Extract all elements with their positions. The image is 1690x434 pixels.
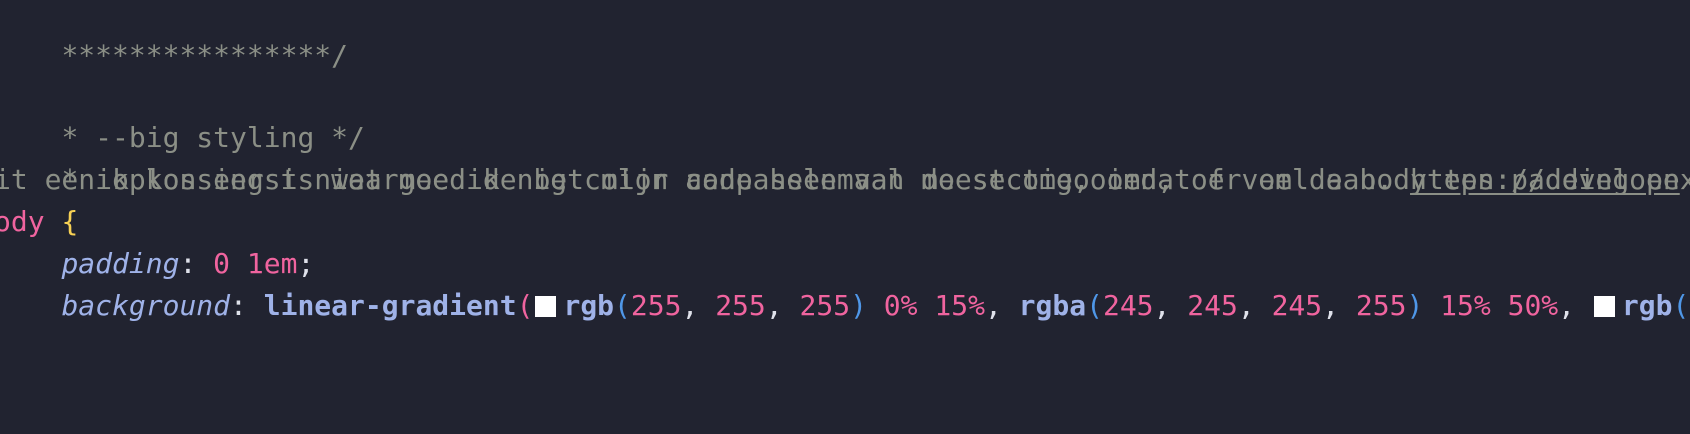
rgba-blue: 245 bbox=[1271, 289, 1323, 322]
code-line-6: ody { bbox=[0, 201, 78, 243]
stop-15-percent: 15% bbox=[934, 289, 985, 322]
function-rgb: rgb bbox=[1621, 289, 1673, 322]
function-rgba: rgba bbox=[1018, 289, 1087, 322]
padding-value-1em: 1em bbox=[246, 247, 298, 280]
code-line-7: padding: 0 1em; bbox=[0, 243, 314, 285]
color-swatch-icon[interactable] bbox=[535, 296, 557, 317]
css-property-padding: padding bbox=[61, 247, 180, 280]
comma: , bbox=[765, 289, 800, 322]
code-editor[interactable]: ****************/ * --big styling */ * i… bbox=[0, 0, 1690, 434]
rgb-open-paren: ( bbox=[614, 289, 631, 322]
comma: , bbox=[1237, 289, 1272, 322]
rgb-red: 255 bbox=[630, 289, 682, 322]
rgb-green: 255 bbox=[715, 289, 766, 322]
comma: , bbox=[1153, 289, 1188, 322]
rgba-green: 245 bbox=[1187, 289, 1238, 322]
colon: : bbox=[230, 289, 264, 322]
code-line-5: it een oplossing is waarmee ik niet mijn… bbox=[0, 159, 1680, 201]
function-linear-gradient: linear-gradient bbox=[263, 289, 517, 322]
comment-stars: ****************/ bbox=[61, 39, 349, 72]
rgb-blue: 255 bbox=[799, 289, 851, 322]
rgba-close-paren: ) bbox=[1406, 289, 1424, 322]
code-line-1: ****************/ bbox=[0, 0, 348, 72]
comma: , bbox=[1322, 289, 1356, 322]
rgba-open-paren: ( bbox=[1086, 289, 1103, 322]
rgba-alpha: 255 bbox=[1355, 289, 1407, 322]
stop-0-percent: 0% bbox=[883, 289, 918, 322]
color-swatch-icon[interactable] bbox=[1593, 296, 1615, 317]
comma: , bbox=[1558, 289, 1592, 322]
css-selector-body: ody bbox=[0, 205, 45, 238]
code-line-8: background: linear-gradient(rgb(255, 255… bbox=[0, 285, 1690, 327]
open-brace: { bbox=[61, 205, 79, 238]
code-line-3: * --big styling */ bbox=[0, 75, 364, 154]
padding-value-0: 0 bbox=[213, 247, 231, 280]
rgb-close-paren: ) bbox=[850, 289, 867, 322]
comma: , bbox=[984, 289, 1019, 322]
rgb-open-paren: (2 bbox=[1672, 289, 1690, 322]
comment-solution-note: it een oplossing is waarmee ik niet mijn… bbox=[0, 163, 1411, 196]
semicolon: ; bbox=[297, 247, 315, 280]
css-property-background: background bbox=[61, 289, 231, 322]
colon: : bbox=[179, 247, 214, 280]
rgba-red: 245 bbox=[1102, 289, 1154, 322]
stop-15-percent: 15% bbox=[1440, 289, 1491, 322]
comma: , bbox=[681, 289, 716, 322]
comment-url-link[interactable]: https://develope bbox=[1410, 163, 1680, 196]
stop-50-percent: 50% bbox=[1507, 289, 1559, 322]
code-line-4: * ik kon eerst niet goed de bg color aan… bbox=[0, 117, 1690, 196]
function-rgb: rgb bbox=[563, 289, 615, 322]
gradient-open-paren: ( bbox=[516, 289, 534, 322]
